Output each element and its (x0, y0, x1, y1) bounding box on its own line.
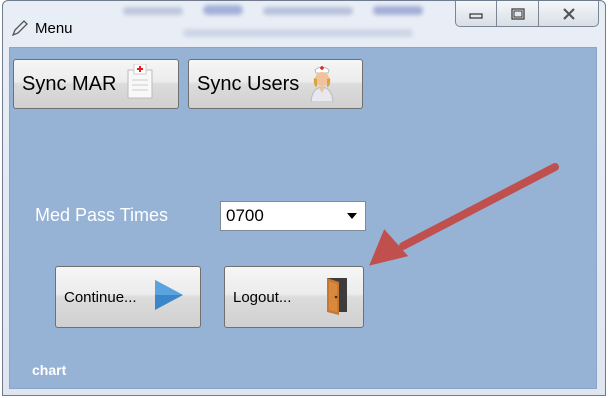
red-arrow-annotation (369, 163, 559, 266)
menu-window: Menu Sync MAR Sync Users Med Pass Times … (2, 0, 606, 396)
